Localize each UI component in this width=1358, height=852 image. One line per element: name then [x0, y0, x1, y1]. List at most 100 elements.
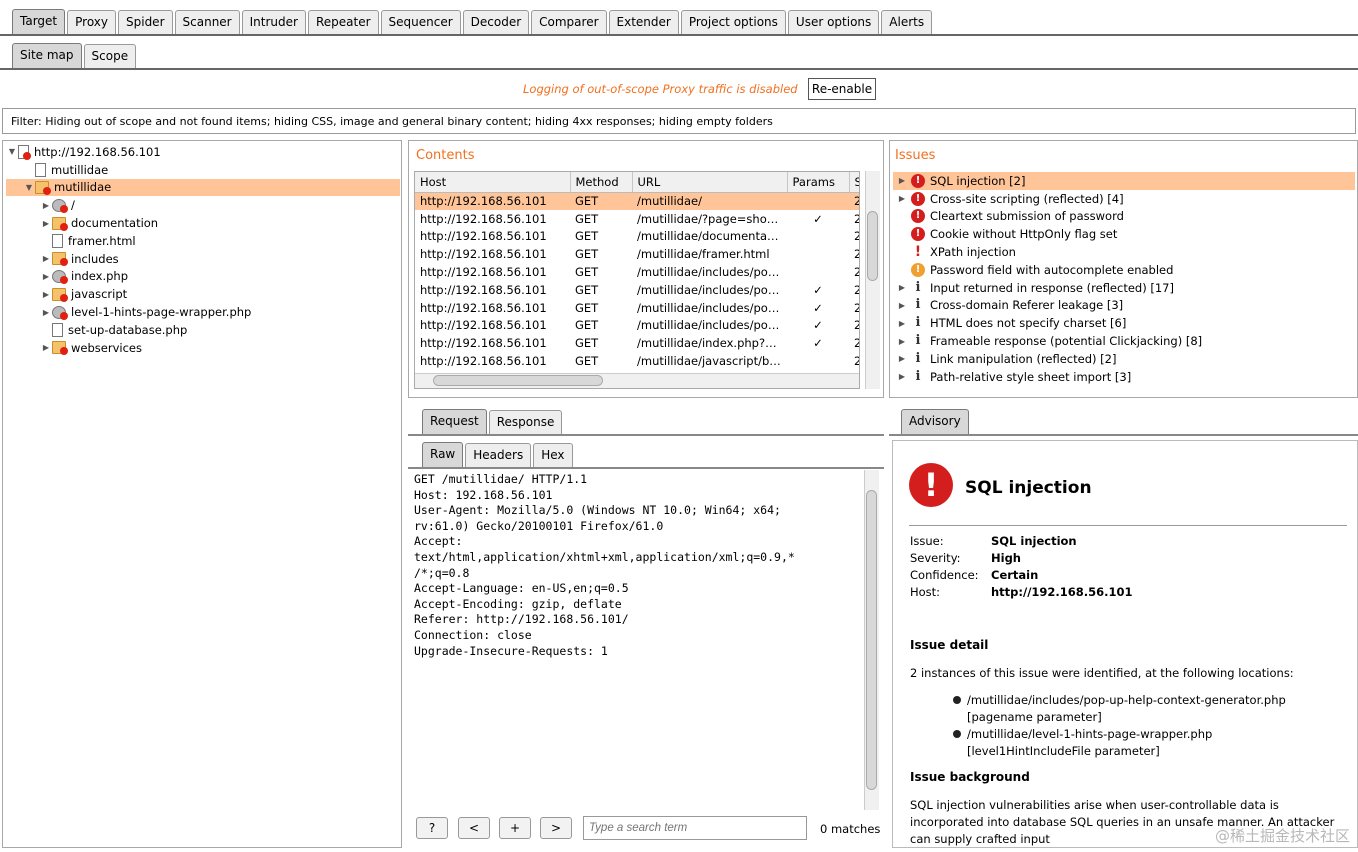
column-header-url[interactable]: URL — [632, 172, 788, 193]
expander-icon[interactable]: ▶ — [893, 283, 911, 292]
tree-node[interactable]: framer.html — [6, 232, 400, 250]
issue-item[interactable]: ! XPath injection — [893, 243, 1355, 261]
raw-request-text[interactable]: GET /mutillidae/ HTTP/1.1 Host: 192.168.5… — [414, 472, 795, 659]
issue-location: /mutillidae/level-1-hints-page-wrapper.p… — [953, 726, 1333, 760]
cell-s: 2 — [849, 263, 859, 281]
tree-node[interactable]: mutillidae — [6, 161, 400, 179]
tree-node[interactable]: set-up-database.php — [6, 321, 400, 339]
tree-node[interactable]: ▶ javascript — [6, 285, 400, 303]
tab-headers[interactable]: Headers — [465, 443, 532, 467]
tab-spider[interactable]: Spider — [118, 10, 173, 34]
tab-extender[interactable]: Extender — [608, 10, 679, 34]
contents-vscroll-thumb[interactable] — [867, 211, 878, 281]
expander-icon[interactable]: ▶ — [40, 343, 52, 352]
tab-scanner[interactable]: Scanner — [174, 10, 240, 34]
issue-item[interactable]: ▶ i Link manipulation (reflected) [2] — [893, 350, 1355, 368]
previous-button[interactable]: < — [458, 817, 490, 839]
request-vscroll[interactable] — [864, 470, 879, 810]
tree-node[interactable]: ▶ level-1-hints-page-wrapper.php — [6, 303, 400, 321]
issue-item[interactable]: ▶ i HTML does not specify charset [6] — [893, 314, 1355, 332]
column-header-s[interactable]: S — [849, 172, 859, 193]
tree-node-label: javascript — [71, 287, 128, 302]
expander-icon[interactable]: ▶ — [40, 254, 52, 263]
tab-decoder[interactable]: Decoder — [462, 10, 530, 34]
expander-icon[interactable]: ▶ — [40, 201, 52, 210]
issue-item[interactable]: ▶! SQL injection [2] — [893, 172, 1355, 190]
tab-repeater[interactable]: Repeater — [307, 10, 379, 34]
tab-user-options[interactable]: User options — [787, 10, 880, 34]
issue-item[interactable]: ▶ i Input returned in response (reflected)… — [893, 279, 1355, 297]
tab-response[interactable]: Response — [488, 410, 563, 434]
issue-item[interactable]: ! Password field with autocomplete enable… — [893, 261, 1355, 279]
tree-node[interactable]: ▼ mutillidae — [6, 178, 400, 197]
expander-icon[interactable]: ▶ — [893, 319, 911, 328]
tab-advisory[interactable]: Advisory — [901, 409, 969, 434]
tab-proxy[interactable]: Proxy — [67, 10, 116, 34]
expander-icon[interactable]: ▶ — [40, 272, 52, 281]
tree-node[interactable]: ▶ includes — [6, 250, 400, 268]
tree-node[interactable]: ▼ http://192.168.56.101 — [6, 143, 400, 161]
expander-icon[interactable]: ▼ — [6, 147, 18, 156]
search-input[interactable] — [583, 816, 807, 840]
tab-comparer[interactable]: Comparer — [531, 10, 607, 34]
table-row[interactable]: http://192.168.56.101GET/mutillidae/2 — [415, 192, 859, 210]
tab-alerts[interactable]: Alerts — [881, 10, 933, 34]
tab-raw[interactable]: Raw — [422, 442, 464, 467]
contents-hscroll[interactable] — [415, 373, 859, 388]
issue-item[interactable]: ▶ i Frameable response (potential Clickjac… — [893, 332, 1355, 350]
tab-target[interactable]: Target — [12, 9, 66, 34]
expander-icon[interactable]: ▶ — [893, 194, 911, 203]
help-button[interactable]: ? — [416, 817, 448, 839]
tree-node[interactable]: ▶ / — [6, 196, 400, 214]
expander-icon[interactable]: ▶ — [40, 308, 52, 317]
table-row[interactable]: http://192.168.56.101 GET/mutillidae/fram… — [415, 245, 859, 263]
tab-site-map[interactable]: Site map — [12, 43, 82, 68]
expander-icon[interactable]: ▶ — [893, 301, 911, 310]
table-row[interactable]: http://192.168.56.101 GET/mutillidae/java… — [415, 352, 859, 370]
column-header-params[interactable]: Params — [787, 172, 850, 193]
next-button[interactable]: > — [540, 817, 572, 839]
table-row[interactable]: http://192.168.56.101 GET/mutillidae/incl… — [415, 299, 859, 317]
issue-item[interactable]: ! Cleartext submission of password — [893, 208, 1355, 226]
table-row[interactable]: http://192.168.56.101 GET/mutillidae/docu… — [415, 228, 859, 246]
expander-icon[interactable]: ▶ — [893, 372, 911, 381]
table-row[interactable]: http://192.168.56.101 GET/mutillidae/incl… — [415, 281, 859, 299]
add-button[interactable]: + — [499, 817, 531, 839]
issues-title: Issues — [895, 148, 936, 163]
tree-node[interactable]: ▶ documentation — [6, 214, 400, 232]
expander-icon[interactable]: ▶ — [40, 219, 52, 228]
table-row[interactable]: http://192.168.56.101 GET/mutillidae/inde… — [415, 334, 859, 352]
issue-label: Password field with autocomplete enabled — [930, 262, 1174, 277]
tree-node[interactable]: ▶ webservices — [6, 339, 400, 357]
expander-icon[interactable]: ▶ — [893, 176, 911, 185]
reenable-button[interactable]: Re-enable — [808, 78, 876, 100]
expander-icon[interactable]: ▶ — [40, 290, 52, 299]
tab-hex[interactable]: Hex — [533, 443, 573, 467]
issue-item[interactable]: ▶ i Path-relative style sheet import [3] — [893, 368, 1355, 386]
table-row[interactable]: http://192.168.56.101 GET/mutillidae/incl… — [415, 317, 859, 335]
table-row[interactable]: http://192.168.56.101 GET/mutillidae/?pag… — [415, 210, 859, 228]
expander-icon[interactable]: ▶ — [893, 354, 911, 363]
tab-request[interactable]: Request — [422, 409, 487, 434]
expander-icon[interactable]: ▶ — [893, 337, 911, 346]
issue-item[interactable]: ! Cookie without HttpOnly flag set — [893, 225, 1355, 243]
tab-project-options[interactable]: Project options — [680, 10, 786, 34]
cell-host: http://192.168.56.101 — [420, 265, 547, 280]
issue-item[interactable]: ▶ i Cross-domain Referer leakage [3] — [893, 297, 1355, 315]
filter-bar[interactable]: Filter: Hiding out of scope and not foun… — [2, 108, 1356, 134]
issue-item[interactable]: ▶! Cross-site scripting (reflected) [4] — [893, 190, 1355, 208]
expander-icon[interactable]: ▼ — [23, 183, 35, 192]
tab-intruder[interactable]: Intruder — [241, 10, 306, 34]
contents-hscroll-thumb[interactable] — [433, 375, 603, 386]
tab-sequencer[interactable]: Sequencer — [380, 10, 461, 34]
contents-vscroll[interactable] — [865, 171, 880, 389]
info-severity-icon: i — [915, 279, 921, 295]
tab-scope[interactable]: Scope — [83, 44, 137, 68]
filter-text: Filter: Hiding out of scope and not foun… — [11, 115, 773, 128]
request-vscroll-thumb[interactable] — [866, 490, 877, 790]
table-row[interactable]: http://192.168.56.101 GET/mutillidae/incl… — [415, 263, 859, 281]
tree-node[interactable]: ▶ index.php — [6, 268, 400, 286]
raw-request-pane[interactable]: GET /mutillidae/ HTTP/1.1 Host: 192.168.5… — [408, 470, 884, 812]
column-header-host[interactable]: Host — [415, 172, 571, 193]
column-header-method[interactable]: Method — [570, 172, 633, 193]
